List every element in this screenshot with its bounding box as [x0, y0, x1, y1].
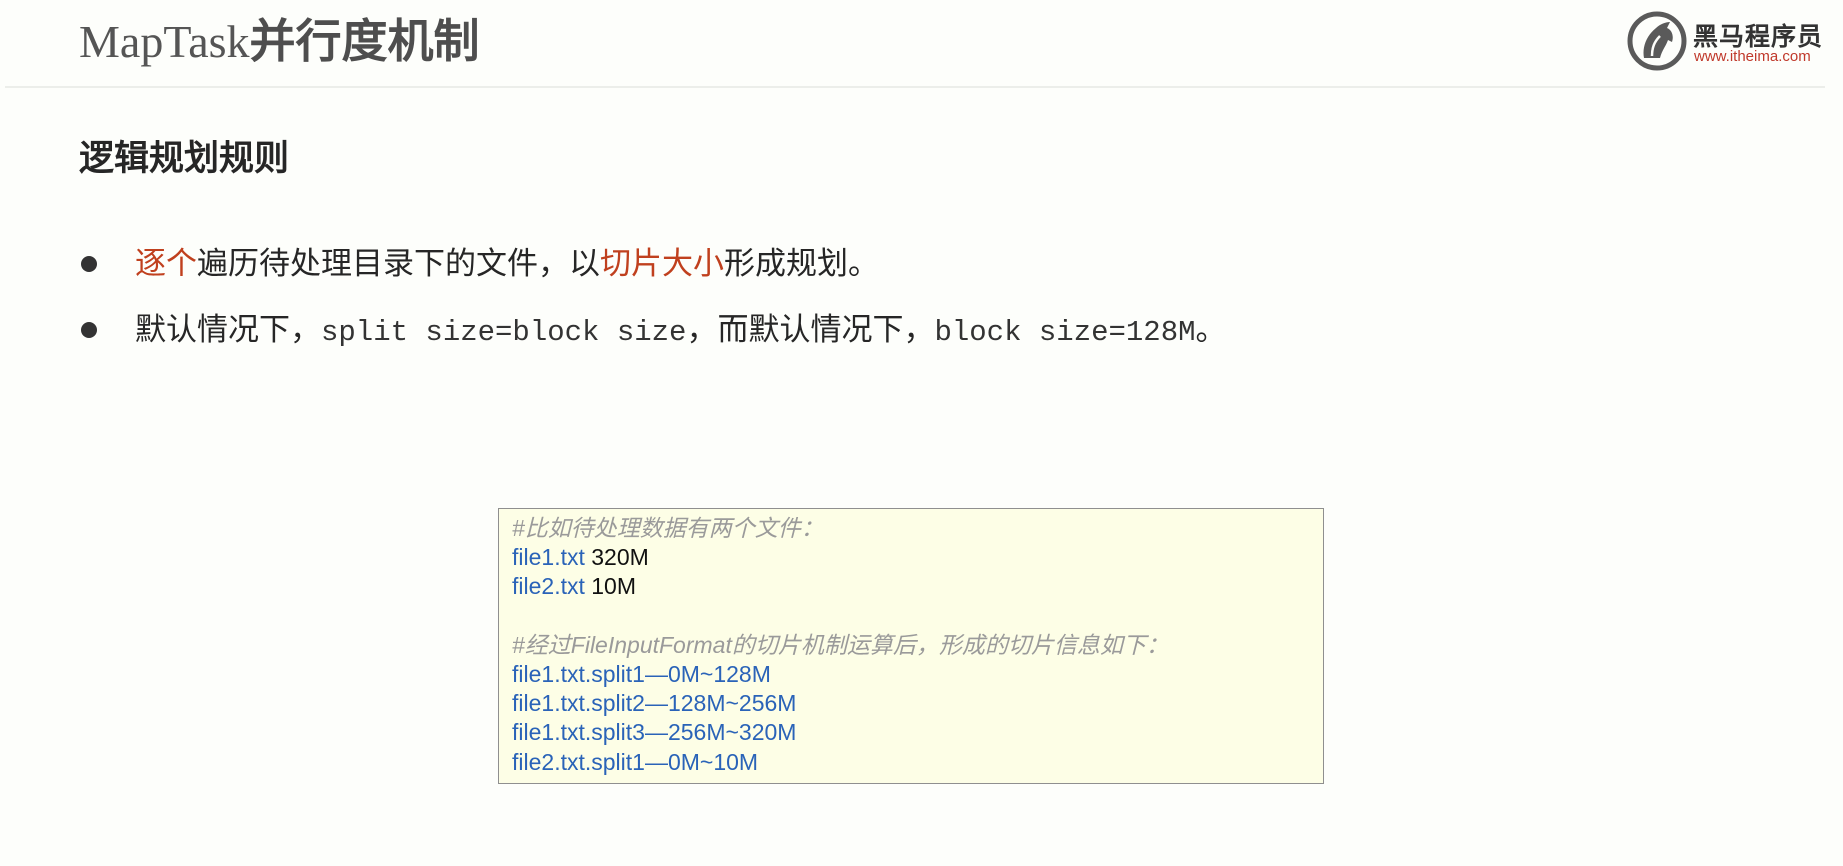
file-size: 320M [591, 544, 649, 571]
plain-text: ，而默认情况下， [686, 312, 935, 348]
plain-text: 默认情况下， [135, 312, 321, 348]
file-entry: file1.txt 320M [512, 543, 1310, 572]
page-title-cjk: 并行度机制 [249, 14, 480, 68]
file-size: 10M [591, 573, 637, 600]
highlight-text: 逐个 [135, 246, 197, 282]
plain-text: 。 [1195, 312, 1227, 348]
bullet-text: 逐个遍历待处理目录下的文件，以切片大小形成规划。 [135, 244, 879, 284]
highlight-text: 切片大小 [600, 246, 724, 282]
split-entry: file1.txt.split1—0M~128M [512, 660, 771, 687]
code-comment: #经过FileInputFormat的切片机制运算后，形成的切片信息如下： [512, 631, 1169, 658]
bullet-text: 默认情况下，split size=block size，而默认情况下，block… [135, 310, 1227, 353]
bullet-dot-icon [81, 256, 97, 272]
plain-text: 遍历待处理目录下的文件，以 [197, 246, 600, 282]
file-name: file2.txt [512, 573, 585, 600]
code-text: block size=128M [934, 316, 1196, 349]
brand-logo: 黑马程序员 www.itheima.com [1626, 10, 1826, 72]
code-example-box: #比如待处理数据有两个文件： file1.txt 320M file2.txt … [498, 508, 1324, 784]
bullet-dot-icon [81, 322, 97, 338]
file-entry: file2.txt 10M [512, 572, 1310, 601]
code-text: split size=block size [321, 316, 687, 349]
plain-text: 形成规划。 [724, 246, 879, 282]
section-heading: 逻辑规划规则 [79, 139, 290, 179]
brand-url: www.itheima.com [1694, 48, 1811, 65]
split-entry: file1.txt.split2—128M~256M [512, 690, 797, 717]
title-bar: MapTask并行度机制 黑马程序员 www.itheima.com [0, 0, 1843, 88]
page-title: MapTask并行度机制 [79, 14, 480, 69]
horse-head-logo-icon [1627, 11, 1687, 71]
split-entry: file1.txt.split3—256M~320M [512, 719, 797, 746]
file-name: file1.txt [512, 544, 585, 571]
page-title-latin: MapTask [79, 16, 250, 67]
split-entry: file2.txt.split1—0M~10M [512, 748, 759, 775]
code-comment: #比如待处理数据有两个文件： [512, 515, 824, 541]
title-divider [5, 86, 1825, 88]
